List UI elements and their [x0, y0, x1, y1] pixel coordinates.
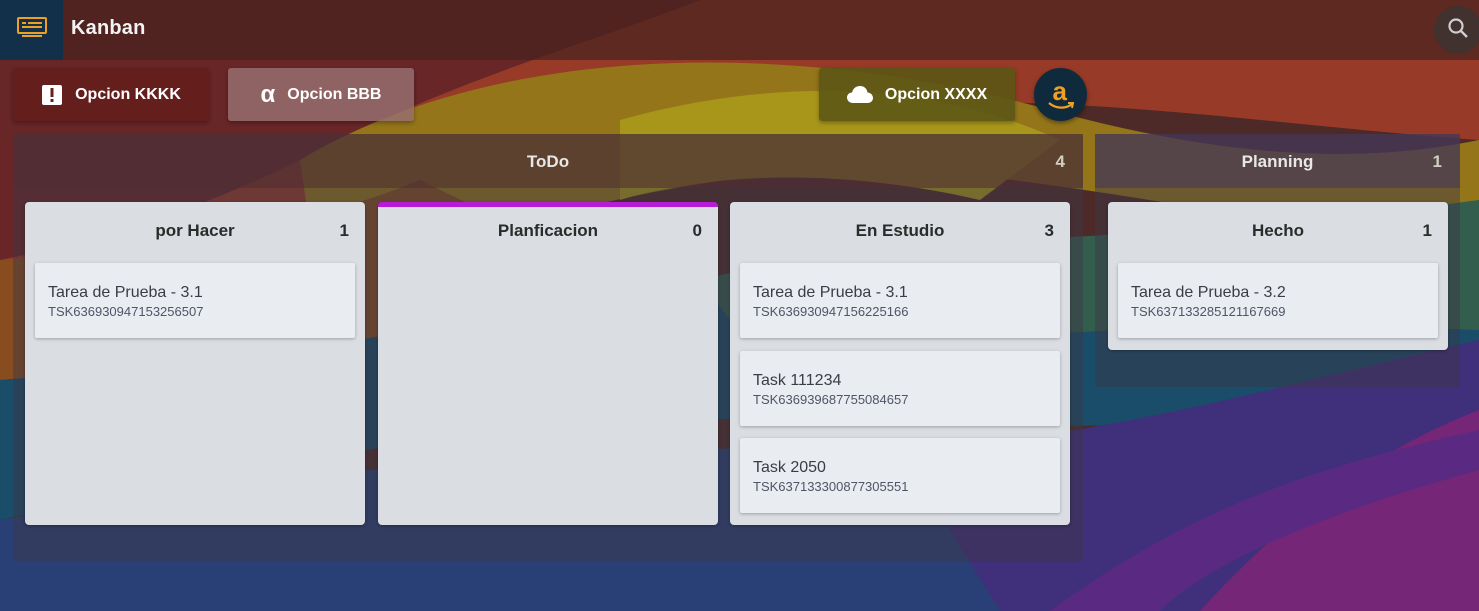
amazon-icon: a: [1046, 76, 1076, 112]
task-id: TSK636939687755084657: [753, 392, 909, 407]
column-header: Hecho 1: [1108, 202, 1448, 258]
column-header: En Estudio 3: [730, 202, 1070, 258]
swimlane-count: 4: [1055, 152, 1065, 171]
task-card[interactable]: Task 111234 TSK636939687755084657: [740, 351, 1060, 426]
swimlane-title: Planning: [1241, 152, 1314, 171]
task-card[interactable]: Task 2050 TSK637133300877305551: [740, 438, 1060, 513]
search-button[interactable]: [1434, 6, 1479, 54]
column-title: En Estudio: [855, 221, 945, 240]
column-hecho: Hecho 1 Tarea de Prueba - 3.2 TSK6371332…: [1108, 202, 1448, 350]
task-title: Task 2050: [753, 459, 826, 476]
app-menu-button[interactable]: [0, 0, 63, 60]
opcion-bbb-label: Opcion BBB: [287, 85, 382, 103]
column-title: Planficacion: [497, 221, 599, 240]
exclamation-icon: [41, 84, 63, 106]
amazon-button[interactable]: a: [1034, 68, 1087, 121]
column-en-estudio: En Estudio 3 Tarea de Prueba - 3.1 TSK63…: [730, 202, 1070, 525]
swimlane-title: ToDo: [526, 152, 570, 171]
column-count: 1: [339, 221, 349, 240]
column-count: 0: [692, 221, 702, 240]
opcion-kkkk-label: Opcion KKKK: [75, 85, 181, 103]
task-id: TSK637133300877305551: [753, 479, 909, 494]
task-title: Tarea de Prueba - 3.2: [1131, 284, 1286, 301]
task-id: TSK636930947156225166: [753, 304, 909, 319]
column-por-hacer: por Hacer 1 Tarea de Prueba - 3.1 TSK636…: [25, 202, 365, 525]
opcion-xxxx-button[interactable]: Opcion XXXX: [819, 68, 1015, 121]
column-title: Hecho: [1252, 221, 1304, 240]
cloud-icon: [846, 85, 873, 104]
column-title: por Hacer: [155, 221, 235, 240]
task-id: TSK637133285121167669: [1131, 304, 1286, 319]
swimlane-header: ToDo 4: [13, 134, 1083, 188]
task-title: Tarea de Prueba - 3.1: [48, 284, 203, 301]
swimlane-count: 1: [1432, 152, 1442, 171]
column-header: Planficacion 0: [378, 207, 718, 258]
search-icon: [1447, 17, 1469, 44]
app-bar: Kanban: [0, 0, 1479, 60]
app-title: Kanban: [71, 17, 146, 39]
swimlane-header: Planning 1: [1095, 134, 1460, 188]
alpha-icon: α: [260, 80, 276, 108]
task-card[interactable]: Tarea de Prueba - 3.1 TSK636930947153256…: [35, 263, 355, 338]
task-title: Task 111234: [753, 372, 842, 389]
opcion-xxxx-label: Opcion XXXX: [884, 85, 988, 103]
task-title: Tarea de Prueba - 3.1: [753, 284, 908, 301]
opcion-bbb-button[interactable]: α Opcion BBB: [228, 68, 414, 121]
column-count: 3: [1044, 221, 1054, 240]
column-header: por Hacer 1: [25, 202, 365, 258]
task-card[interactable]: Tarea de Prueba - 3.1 TSK636930947156225…: [740, 263, 1060, 338]
keyboard-icon: [16, 16, 48, 45]
column-planficacion: Planficacion 0: [378, 202, 718, 525]
task-card[interactable]: Tarea de Prueba - 3.2 TSK637133285121167…: [1118, 263, 1438, 338]
task-id: TSK636930947153256507: [48, 304, 204, 319]
opcion-kkkk-button[interactable]: Opcion KKKK: [13, 68, 209, 121]
column-count: 1: [1422, 221, 1432, 240]
